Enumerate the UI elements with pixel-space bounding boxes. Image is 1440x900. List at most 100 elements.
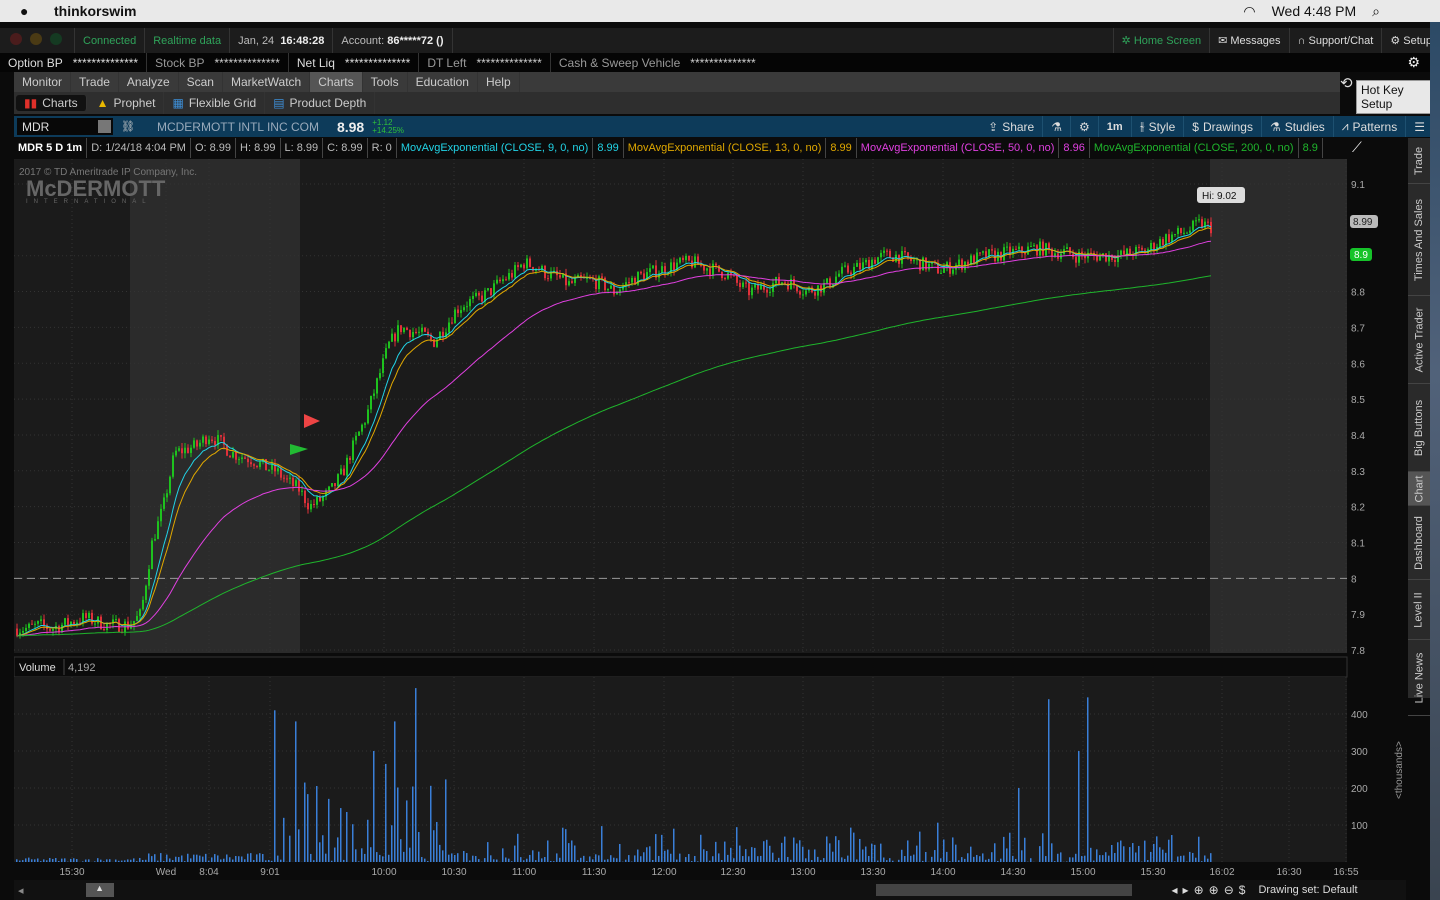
vertical-tab-trade[interactable]: Trade [1408,138,1430,184]
volume-bar [172,860,174,862]
search-icon[interactable]: ⌕ [1372,3,1380,20]
link-icon[interactable]: ⛓ [121,120,135,133]
share-icon: ⇪ [988,119,999,134]
desktop-background [1430,22,1440,900]
volume-bar [319,842,321,862]
volume-bar [64,858,66,862]
timeframe-button[interactable]: 1m [1099,116,1132,137]
candle [649,268,651,273]
support-chat-link[interactable]: ∩ Support/Chat [1290,28,1383,53]
volume-bar [574,845,576,862]
wifi-icon[interactable]: ◠ [1243,3,1255,20]
candle [847,265,849,273]
price-chart[interactable]: 2017 © TD Ameritrade IP Company, Inc. Mc… [14,159,1406,879]
vertical-tab-times-and-sales[interactable]: Times And Sales [1408,184,1430,296]
net-liq[interactable]: Net Liq ************** [289,53,420,72]
volume-bar [217,855,219,862]
candle [574,277,576,283]
volume-bar [346,812,348,862]
volume-bar [547,840,549,862]
share-button[interactable]: ⇪ Share [980,116,1044,137]
subtab-charts[interactable]: ▮▮ Charts [16,95,87,111]
chart-settings-button[interactable]: ⚙ [1071,116,1099,137]
vertical-tab-dashboard[interactable]: Dashboard [1408,506,1430,580]
zoom-window-button[interactable] [50,33,62,45]
subtab-prophet[interactable]: ▲ Prophet [89,92,165,114]
volume-bar [484,858,486,862]
time-tick: 16:55 [1333,867,1358,878]
tab-help[interactable]: Help [478,72,520,92]
minimize-window-button[interactable] [30,33,42,45]
datetime[interactable]: Jan, 24 16:48:28 [230,28,334,53]
apple-icon[interactable]: ● [20,3,28,19]
volume-bar [394,721,396,862]
volume-bar [520,857,522,862]
volume-bar [742,856,744,862]
volume-bar [1162,849,1164,862]
candle [508,273,510,280]
studies-button[interactable]: ⚗ Studies [1262,116,1334,137]
candle [64,618,66,625]
volume-label: Volume [19,662,56,674]
tab-trade[interactable]: Trade [71,72,119,92]
volume-bar [214,854,216,862]
tab-monitor[interactable]: Monitor [14,72,72,92]
account-selector[interactable]: Account: 86*****72 () [333,28,453,53]
tab-scan[interactable]: Scan [179,72,223,92]
tab-marketwatch[interactable]: MarketWatch [223,72,311,92]
vertical-tab-chart[interactable]: Chart [1408,472,1430,506]
scroll-left-icon[interactable]: ◂ [18,884,24,897]
volume-bar [739,845,741,862]
volume-bar [865,846,867,862]
chevron-down-icon[interactable] [98,120,111,133]
candle [1150,243,1152,250]
volume-bar [970,846,972,862]
time-tick: 12:00 [651,867,676,878]
ema200-label[interactable]: MovAvgExponential (CLOSE, 200, 0, no) [1090,138,1299,158]
ema9-label[interactable]: MovAvgExponential (CLOSE, 9, 0, no) [397,138,594,158]
vertical-tab-level-ii[interactable]: Level II [1408,580,1430,640]
tab-charts[interactable]: Charts [310,72,363,92]
volume-bar [307,794,309,862]
chart-title[interactable]: MDR 5 D 1m [14,138,88,158]
volume-bar [1198,836,1200,862]
close-window-button[interactable] [10,33,22,45]
clock[interactable]: Wed 4:48 PM [1272,3,1357,19]
ema13-label[interactable]: MovAvgExponential (CLOSE, 13, 0, no) [624,138,827,158]
messages-link[interactable]: ✉ Messages [1210,28,1290,53]
volume-bar [1006,848,1008,862]
drawings-button[interactable]: $ Drawings [1184,116,1262,137]
drawing-set[interactable]: Drawing set: Default [1258,884,1357,896]
subtab-flexible-grid[interactable]: ▦ Flexible Grid [164,92,266,114]
vertical-tab-active-trader[interactable]: Active Trader [1408,296,1430,384]
home-screen-link[interactable]: ✲ Home Screen [1112,28,1211,53]
tab-education[interactable]: Education [408,72,478,92]
volume-bar [490,855,492,862]
flask-button[interactable]: ⚗ [1043,116,1071,137]
vertical-tab-live-news[interactable]: Live News [1408,640,1430,716]
style-button[interactable]: ⫳ Style [1132,116,1185,137]
vertical-tab-big-buttons[interactable]: Big Buttons [1408,384,1430,472]
app-name[interactable]: thinkorswim [54,3,136,19]
option-bp[interactable]: Option BP ************** [0,53,148,72]
candle [460,310,462,314]
patterns-button[interactable]: ⩘ Patterns [1334,116,1407,137]
volume-bar [1084,855,1086,862]
volume-bar [1024,837,1026,862]
subtab-product-depth[interactable]: ▤ Product Depth [265,92,376,114]
collapse-button[interactable]: ▲ [85,883,114,897]
tab-tools[interactable]: Tools [363,72,408,92]
headset-icon: ∩ [1297,34,1306,47]
autoscale-icon[interactable]: ⟋ [1352,139,1362,156]
ema50-label[interactable]: MovAvgExponential (CLOSE, 50, 0, no) [857,138,1060,158]
candle [799,291,801,295]
horizontal-scrollbar[interactable] [875,884,1132,896]
zoom-tools[interactable]: ◂▸⊕⊕⊖$ [1172,883,1251,897]
balances-gear-icon[interactable]: ⚙ [1407,54,1420,71]
symbol-input[interactable]: MDR [17,118,113,135]
candle [184,447,186,454]
candle [1177,228,1179,234]
volume-bar [70,858,72,862]
hot-key-icon[interactable]: ⟲ [1340,74,1353,92]
tab-analyze[interactable]: Analyze [119,72,179,92]
